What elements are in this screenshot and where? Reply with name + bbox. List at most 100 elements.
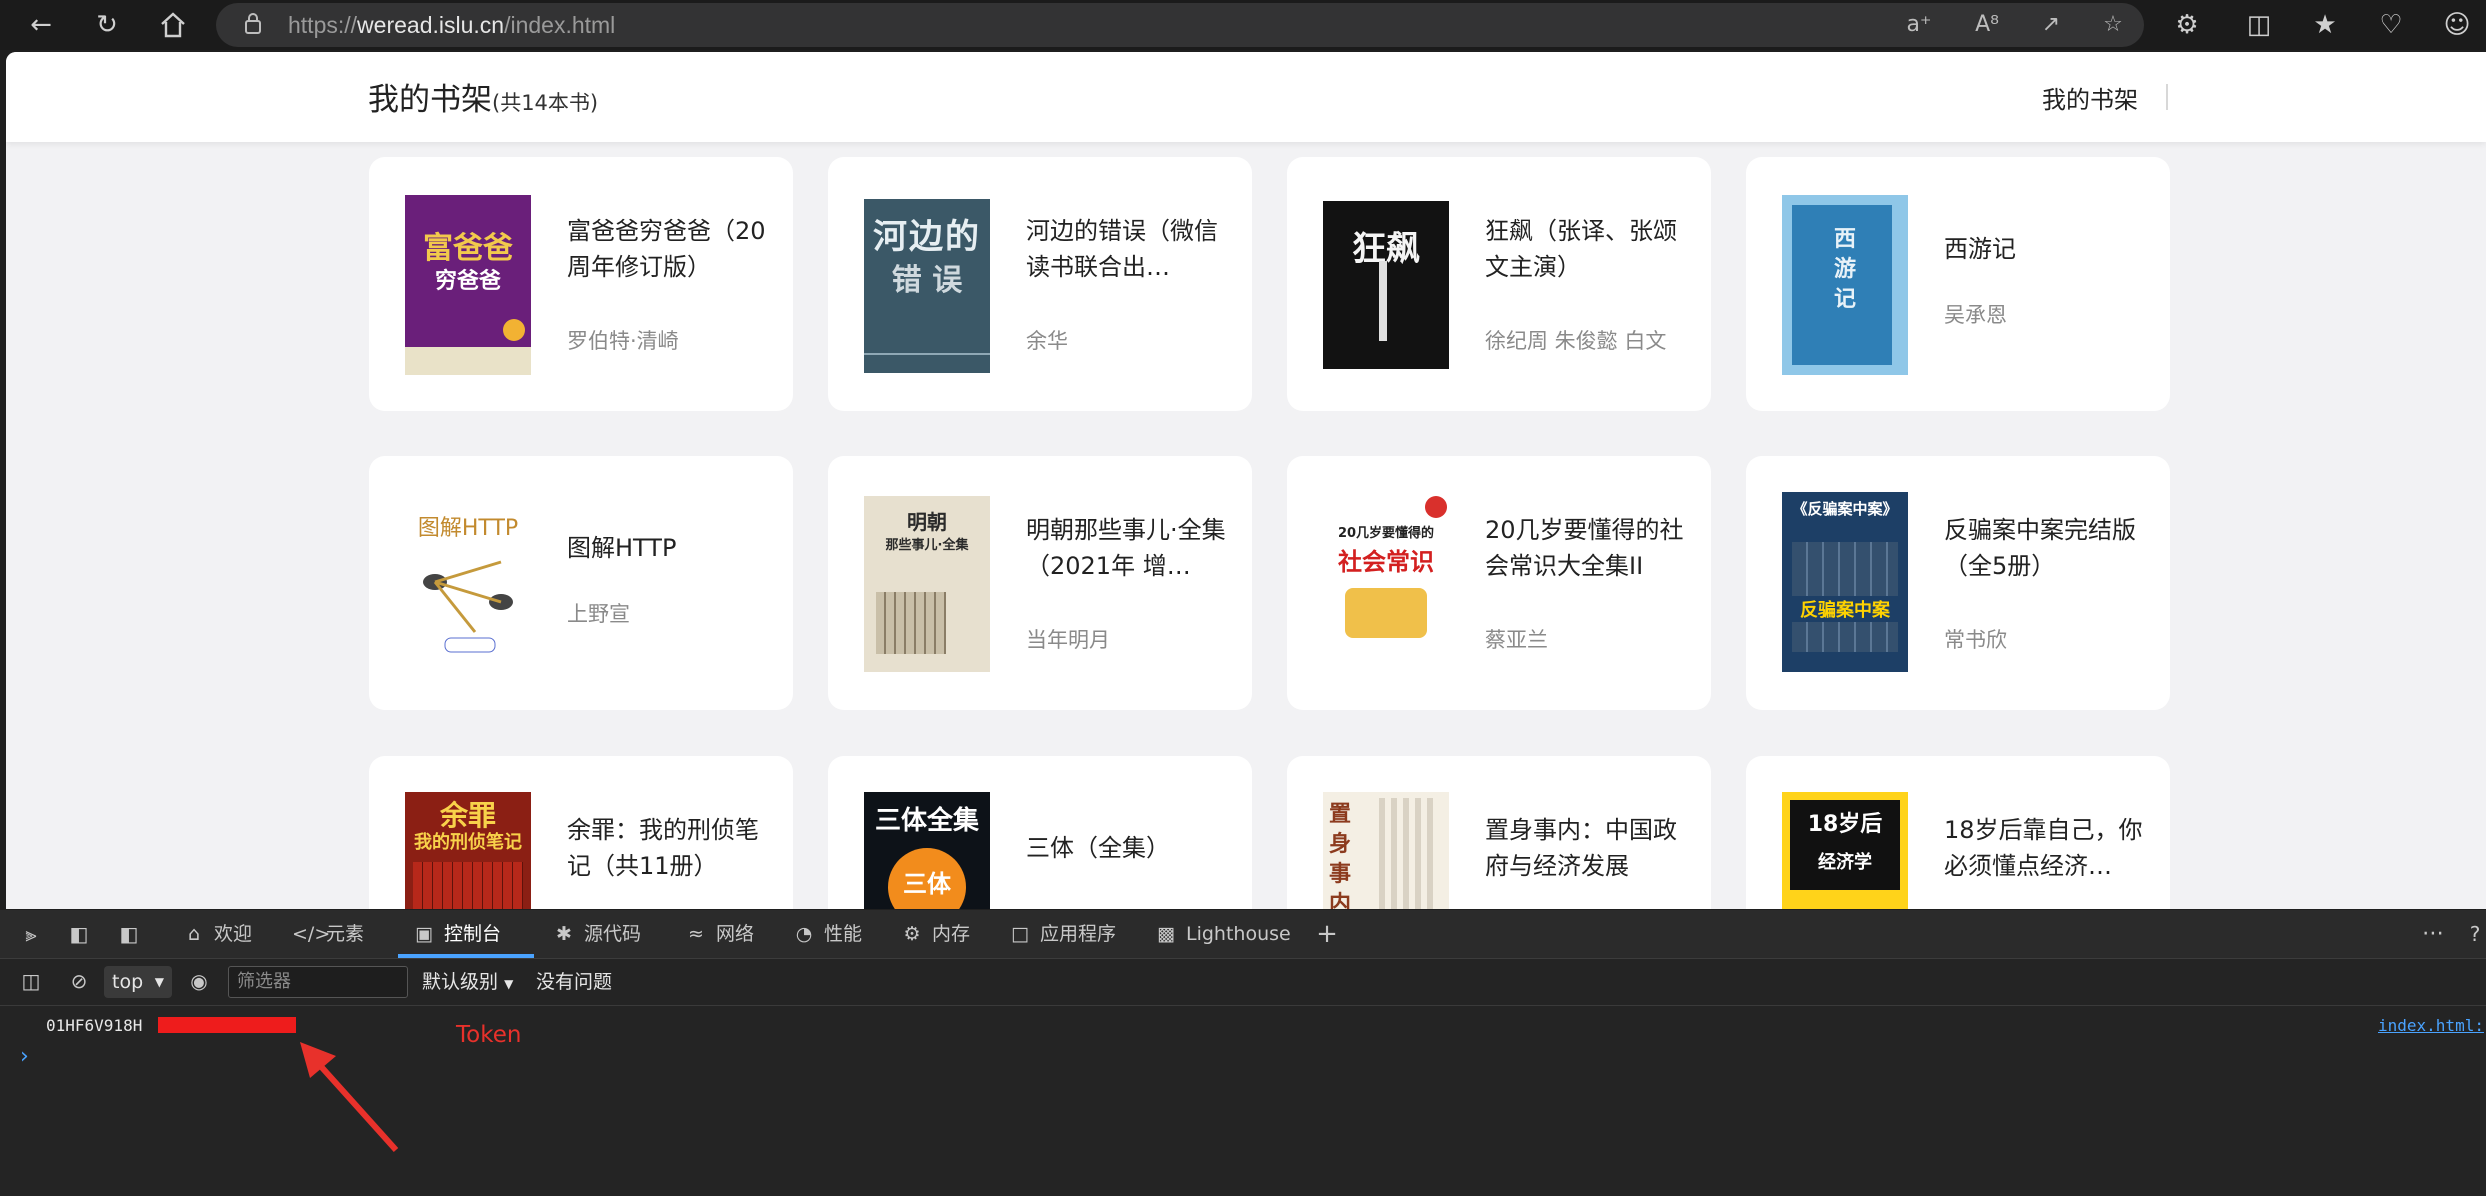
book-title: 狂飙（张译、张颂文主演） <box>1485 217 1677 281</box>
book-card[interactable]: 三体全集 三体 三体（全集） <box>828 756 1252 909</box>
book-count: (共14本书) <box>492 91 599 115</box>
code-tag-icon: </> <box>292 923 331 945</box>
book-cover: 18岁后 经济学 <box>1782 792 1908 909</box>
cover-title: 河边的 <box>873 217 981 257</box>
url-scheme: https:// <box>288 12 358 38</box>
issues-counter[interactable]: 没有问题 <box>536 966 612 998</box>
cover-badge <box>503 319 525 341</box>
memory-chip-icon: ⚙ <box>903 923 921 945</box>
url-path: /index.html <box>504 12 616 38</box>
context-select[interactable]: top ▼ <box>104 966 172 998</box>
book-card[interactable]: 河边的 错 误 河边的错误（微信读书联合出… 余华 <box>828 157 1252 411</box>
gauge-icon: ◔ <box>795 923 813 945</box>
favorite-star-icon[interactable]: ☆ <box>2096 8 2130 42</box>
translate-icon[interactable]: a⁺ <box>1902 8 1936 42</box>
bug-icon: ✱ <box>556 923 572 945</box>
book-card[interactable]: 狂飙 狂飙（张译、张颂文主演） 徐纪周 朱俊懿 白文 <box>1287 157 1711 411</box>
book-title: 20几岁要懂得的社会常识大全集II <box>1485 516 1684 580</box>
cover-title: 三体全集 <box>874 806 979 836</box>
book-cover: 明朝 那些事儿·全集 <box>864 496 990 672</box>
book-card[interactable]: 图解HTTP 图解HTTP 上野宣 <box>369 456 793 710</box>
profile-icon[interactable]: ☺ <box>2440 8 2474 42</box>
tab-performance[interactable]: ◔ 性能 <box>790 910 862 958</box>
tab-application[interactable]: □ 应用程序 <box>1006 910 1116 958</box>
dock-sidebar-icon[interactable]: ◧ <box>114 920 144 948</box>
log-levels-dropdown[interactable]: 默认级别 ▼ <box>422 966 513 998</box>
book-card[interactable]: 余罪 我的刑侦笔记 余罪：我的刑侦笔记（共11册） <box>369 756 793 909</box>
book-cover: 河边的 错 误 <box>864 199 990 373</box>
clear-console-icon[interactable]: ⊘ <box>64 967 94 995</box>
live-expression-eye-icon[interactable]: ◉ <box>184 967 214 995</box>
browser-essentials-icon[interactable]: ♡ <box>2374 8 2408 42</box>
log-source-link[interactable]: index.html: <box>2378 1016 2484 1035</box>
lighthouse-icon: ▩ <box>1157 923 1175 945</box>
home-icon[interactable] <box>156 8 190 42</box>
back-icon[interactable]: ← <box>24 8 58 42</box>
cover-subtitle: 错 误 <box>891 263 963 298</box>
lock-icon[interactable] <box>240 11 266 39</box>
add-tab-icon[interactable]: + <box>1312 920 1342 948</box>
book-title: 图解HTTP <box>567 534 677 562</box>
favorites-icon[interactable]: ★ <box>2308 8 2342 42</box>
url-text[interactable]: https://weread.islu.cn/index.html <box>288 3 615 47</box>
tab-elements[interactable]: </>元素 <box>292 910 364 958</box>
book-title: 河边的错误（微信读书联合出… <box>1026 217 1218 281</box>
book-cover: 狂飙 <box>1323 201 1449 369</box>
cover-title: 明朝 <box>907 510 947 534</box>
book-author: 当年明月 <box>1026 628 1110 652</box>
log-text-start: 01HF6V918H <box>46 1016 143 1035</box>
device-emulation-icon[interactable]: ◧ <box>64 920 94 948</box>
book-cover: 《反骗案中案》 反骗案中案 <box>1782 492 1908 672</box>
extensions-icon[interactable]: ⚙ <box>2170 8 2204 42</box>
book-author: 徐纪周 朱俊懿 白文 <box>1485 329 1667 353</box>
annotation-arrow-icon <box>300 1042 399 1153</box>
share-icon[interactable]: ↗ <box>2034 8 2068 42</box>
more-options-icon[interactable]: ⋯ <box>2418 920 2448 948</box>
book-title: 18岁后靠自己，你必须懂点经济… <box>1944 816 2143 880</box>
book-card[interactable]: 18岁后 经济学 18岁后靠自己，你必须懂点经济… <box>1746 756 2170 909</box>
tab-label: 内存 <box>932 923 971 945</box>
page-viewport: 我的书架(共14本书) 我的书架 富爸爸 穷爸爸 富爸爸穷爸爸（20周年修订版）… <box>6 52 2486 909</box>
book-card[interactable]: 富爸爸 穷爸爸 富爸爸穷爸爸（20周年修订版） 罗伯特·清崎 <box>369 157 793 411</box>
page-title-text: 我的书架 <box>368 82 492 118</box>
tab-label: 应用程序 <box>1040 923 1117 945</box>
tab-welcome[interactable]: ⌂ 欢迎 <box>180 910 252 958</box>
nav-my-shelf[interactable]: 我的书架 <box>2042 80 2138 115</box>
book-card[interactable]: 西游记 西游记 吴承恩 <box>1746 157 2170 411</box>
split-screen-icon[interactable]: ◫ <box>2242 8 2276 42</box>
tab-label: 源代码 <box>584 923 642 945</box>
address-bar[interactable]: https://weread.islu.cn/index.html a⁺ A⁸ … <box>216 3 2144 47</box>
cover-book-set <box>413 862 523 909</box>
book-title: 反骗案中案完结版（全5册） <box>1944 516 2136 580</box>
cover-illustration <box>423 560 513 653</box>
cover-title: 置身事内 <box>1328 802 1351 909</box>
help-icon[interactable]: ? <box>2460 920 2486 948</box>
devtools-tab-bar: ⫸ ◧ ◧ ⌂ 欢迎 </>元素 ▣ 控制台 ✱ 源代码 ≈ 网络 ◔ 性能 ⚙ 内存 □ 应… <box>0 910 2486 959</box>
tab-console[interactable]: ▣ 控制台 <box>410 910 501 958</box>
console-prompt-icon[interactable]: › <box>20 1044 29 1069</box>
tab-network[interactable]: ≈ 网络 <box>682 910 754 958</box>
book-card[interactable]: 明朝 那些事儿·全集 明朝那些事儿·全集（2021年 增… 当年明月 <box>828 456 1252 710</box>
book-card[interactable]: 《反骗案中案》 反骗案中案 反骗案中案完结版（全5册） 常书欣 <box>1746 456 2170 710</box>
book-cover: 余罪 我的刑侦笔记 <box>405 792 531 909</box>
tab-memory[interactable]: ⚙ 内存 <box>898 910 970 958</box>
book-card[interactable]: 置身事内 置身事内：中国政府与经济发展 <box>1287 756 1711 909</box>
tab-sources[interactable]: ✱ 源代码 <box>550 910 641 958</box>
tab-lighthouse[interactable]: ▩ Lighthouse <box>1152 910 1291 958</box>
tab-label: 元素 <box>326 923 365 945</box>
refresh-icon[interactable]: ↻ <box>90 8 124 42</box>
cover-subtitle: 经济学 <box>1818 852 1872 873</box>
wifi-icon: ≈ <box>688 923 704 945</box>
read-aloud-icon[interactable]: A⁸ <box>1970 8 2004 42</box>
book-cover: 20几岁要懂得的 社会常识 <box>1323 492 1449 672</box>
nav-divider <box>2166 84 2168 110</box>
tab-label: 性能 <box>824 923 863 945</box>
cover-title: 《反骗案中案》 <box>1792 500 1898 518</box>
application-icon: □ <box>1011 923 1029 945</box>
sidebar-toggle-icon[interactable]: ◫ <box>16 967 46 995</box>
inspect-element-icon[interactable]: ⫸ <box>16 920 46 948</box>
cover-subtitle: 社会常识 <box>1338 548 1434 576</box>
filter-input[interactable]: 筛选器 <box>228 966 408 998</box>
cover-title: 西游记 <box>1833 227 1856 312</box>
book-card[interactable]: 20几岁要懂得的 社会常识 20几岁要懂得的社会常识大全集II 蔡亚兰 <box>1287 456 1711 710</box>
